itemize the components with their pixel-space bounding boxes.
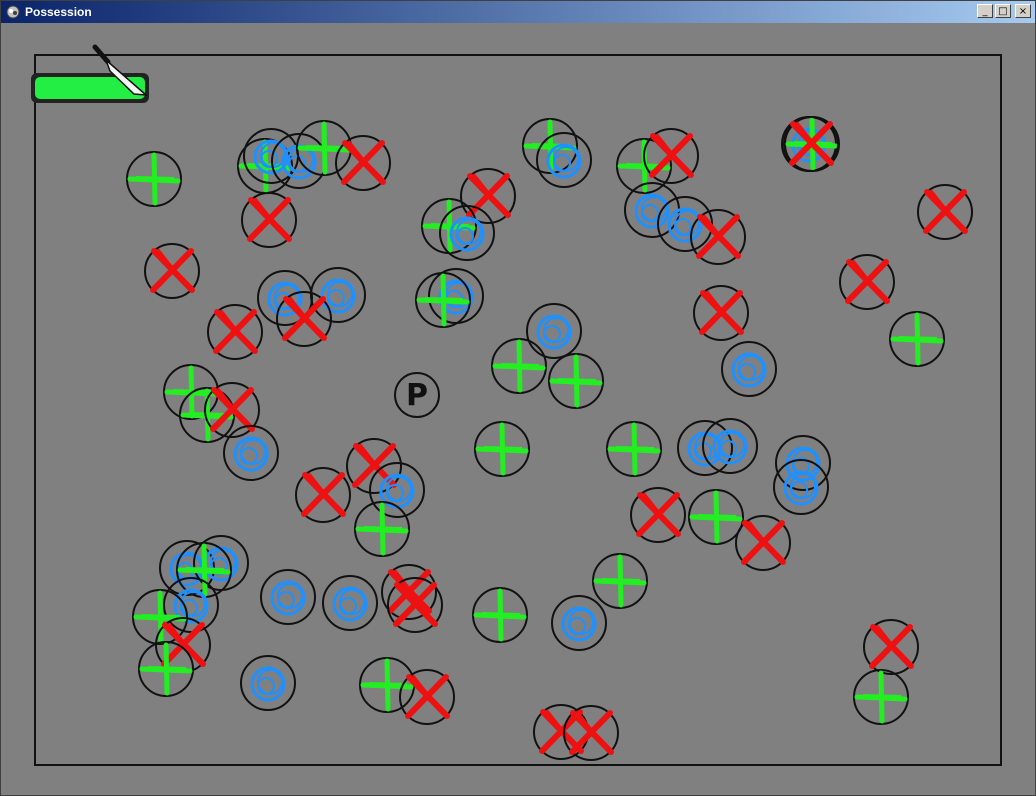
entity-cross: [693, 285, 749, 341]
title-bar[interactable]: Possession _ □ ×: [1, 1, 1035, 23]
entity-cross: [295, 467, 351, 523]
entity-cross: [204, 382, 260, 438]
entity-cross: [335, 135, 391, 191]
entity-plus: [606, 421, 662, 477]
entity-plus: [176, 542, 232, 598]
entity-ring: [702, 418, 758, 474]
maximize-button[interactable]: □: [995, 4, 1011, 18]
player: P: [394, 372, 440, 418]
entity-cross: [917, 184, 973, 240]
entity-ring: [775, 435, 831, 491]
entities-layer: [126, 116, 973, 761]
game-window: Possession _ □ × P: [0, 0, 1036, 796]
close-button[interactable]: ×: [1015, 4, 1031, 18]
entity-plus: [472, 587, 528, 643]
entity-ring: [271, 133, 327, 189]
entity-cross: [735, 515, 791, 571]
entity-ring: [260, 569, 316, 625]
entity-ring: [526, 303, 582, 359]
entity-cross: [399, 669, 455, 725]
entity-ring: [536, 132, 592, 188]
entity-plus: [688, 489, 744, 545]
entity-plus: [592, 553, 648, 609]
entity-plus: [296, 120, 352, 176]
entity-plus: [354, 501, 410, 557]
entity-ring: [240, 655, 296, 711]
entity-ring: [310, 267, 366, 323]
entity-plus: [548, 353, 604, 409]
window-controls: _ □ ×: [977, 4, 1031, 18]
entity-ring: [721, 341, 777, 397]
window-title: Possession: [25, 5, 92, 19]
entity-ring: [369, 462, 425, 518]
entity-plus: [415, 272, 471, 328]
entity-plus: [359, 657, 415, 713]
entity-ring: [223, 425, 279, 481]
entity-plus: [126, 151, 182, 207]
entity-cross: [144, 243, 200, 299]
player-marker: P: [406, 378, 428, 413]
entity-plus: [138, 641, 194, 697]
entity-cross: [276, 291, 332, 347]
minimize-button[interactable]: _: [977, 4, 993, 18]
entity-cross: [690, 209, 746, 265]
entity-ring: [163, 577, 219, 633]
entity-ring: [773, 459, 829, 515]
app-icon: [6, 5, 20, 19]
entity-cross: [863, 619, 919, 675]
entity-ring: [322, 575, 378, 631]
entity-ring: [677, 420, 733, 476]
entity-plus: [853, 669, 909, 725]
entity-plus: [889, 311, 945, 367]
game-canvas[interactable]: P: [6, 24, 1030, 792]
entity-ring: [551, 595, 607, 651]
entity-cross: [839, 254, 895, 310]
entity-cross: [207, 304, 263, 360]
entity-plus: [474, 421, 530, 477]
entity-cross: [241, 192, 297, 248]
entity-cross: [563, 705, 619, 761]
entity-cross: [643, 128, 699, 184]
game-field[interactable]: P: [6, 24, 1030, 792]
entity-plus: [491, 338, 547, 394]
entity-cross: [630, 487, 686, 543]
